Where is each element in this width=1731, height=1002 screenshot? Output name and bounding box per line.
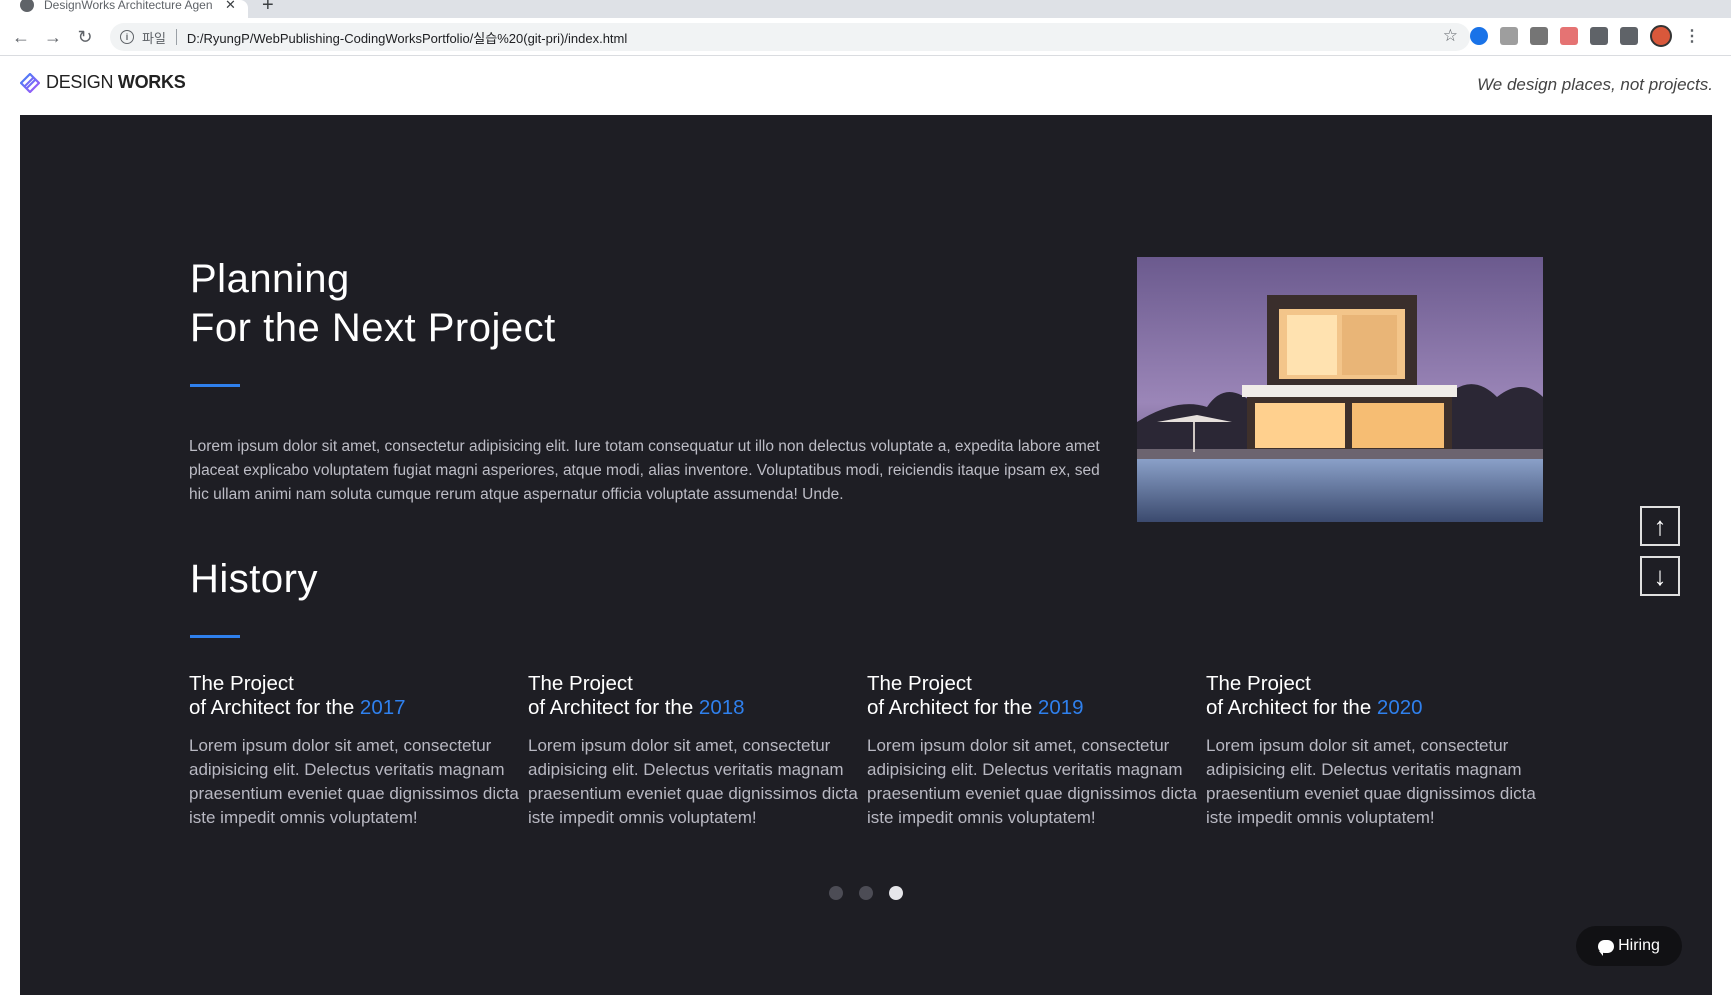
tab-title: DesignWorks Architecture Agen	[44, 0, 213, 12]
history-body: Lorem ipsum dolor sit amet, consectetur …	[528, 736, 858, 827]
favicon-icon	[20, 0, 34, 12]
logo-text: DESIGN WORKS	[46, 72, 186, 93]
planning-accent-bar	[190, 384, 240, 387]
back-icon[interactable]: ←	[8, 24, 34, 50]
planning-body: Lorem ipsum dolor sit amet, consectetur …	[189, 438, 1100, 503]
history-heading-line2: of Architect for the 2019	[867, 696, 1197, 720]
history-heading: The Project of Architect for the 2017	[189, 672, 519, 720]
scroll-down-button[interactable]: ↓	[1640, 556, 1680, 596]
tagline: We design places, not projects.	[1477, 75, 1713, 94]
extension-3-icon[interactable]	[1530, 27, 1548, 45]
history-heading-prefix: of Architect for the	[1206, 696, 1377, 719]
history-heading-line2: of Architect for the 2020	[1206, 696, 1536, 720]
forward-icon[interactable]: →	[40, 24, 66, 50]
reload-icon[interactable]: ↻	[72, 24, 98, 50]
history-heading-line2: of Architect for the 2018	[528, 696, 858, 720]
scheme-label: 파일	[142, 30, 166, 46]
profile-avatar[interactable]	[1650, 25, 1672, 47]
history-title: History	[190, 557, 318, 601]
history-heading: The Project of Architect for the 2019	[867, 672, 1197, 720]
carousel-dot-2[interactable]	[859, 886, 873, 900]
url-text[interactable]: D:/RyungP/WebPublishing-CodingWorksPortf…	[187, 28, 627, 47]
history-heading-line2: of Architect for the 2017	[189, 696, 519, 720]
history-heading-line1: The Project	[528, 672, 633, 695]
history-heading: The Project of Architect for the 2018	[528, 672, 858, 720]
page-right-gutter	[1712, 115, 1731, 1002]
carousel-dot-3[interactable]	[889, 886, 903, 900]
logo-icon	[20, 72, 40, 93]
logo-text-bold: WORKS	[117, 72, 186, 92]
carousel-dots	[829, 886, 903, 900]
reading-list-icon[interactable]	[1620, 27, 1638, 45]
carousel-dot-1[interactable]	[829, 886, 843, 900]
history-heading-prefix: of Architect for the	[189, 696, 360, 719]
history-year: 2018	[698, 696, 745, 719]
address-bar[interactable]: i 파일 D:/RyungP/WebPublishing-CodingWorks…	[110, 23, 1470, 51]
chat-bubble-icon	[1598, 939, 1615, 956]
history-heading: The Project of Architect for the 2020	[1206, 672, 1536, 720]
history-year: 2017	[359, 696, 406, 719]
extension-1-icon[interactable]	[1470, 27, 1488, 45]
history-body: Lorem ipsum dolor sit amet, consectetur …	[189, 736, 519, 827]
history-body: Lorem ipsum dolor sit amet, consectetur …	[1206, 736, 1536, 827]
extension-icons: ⋮	[1470, 25, 1700, 47]
history-body: Lorem ipsum dolor sit amet, consectetur …	[867, 736, 1197, 827]
bookmark-star-icon[interactable]: ☆	[1443, 26, 1458, 46]
omnibox-divider	[175, 29, 177, 45]
browser-tab[interactable]: DesignWorks Architecture Agen ✕	[0, 0, 248, 18]
planning-title: Planning For the Next Project	[190, 257, 556, 350]
history-year: 2019	[1037, 696, 1084, 719]
browser-toolbar: ← → ↻ i 파일 D:/RyungP/WebPublishing-Codin…	[0, 18, 1731, 56]
project-photo	[1137, 257, 1543, 522]
extension-2-icon[interactable]	[1500, 27, 1518, 45]
extension-4-icon[interactable]	[1560, 27, 1578, 45]
history-heading-line1: The Project	[189, 672, 294, 695]
browser-tab-bar: DesignWorks Architecture Agen ✕ +	[0, 0, 1731, 18]
new-tab-button[interactable]: +	[262, 0, 274, 17]
logo-text-light: DESIGN	[46, 72, 118, 92]
hiring-label: Hiring	[1618, 937, 1660, 954]
history-card: The Project of Architect for the 2017 Lo…	[189, 672, 519, 830]
site-header: DESIGN WORKS We design places, not proje…	[0, 57, 1731, 115]
tab-close-icon[interactable]: ✕	[225, 0, 236, 13]
menu-icon[interactable]: ⋮	[1684, 26, 1700, 46]
logo[interactable]: DESIGN WORKS	[20, 72, 186, 93]
arrow-down-icon: ↓	[1653, 560, 1667, 591]
history-year: 2020	[1376, 696, 1423, 719]
history-accent-bar	[190, 635, 240, 638]
arrow-up-icon: ↑	[1653, 510, 1667, 541]
scroll-up-button[interactable]: ↑	[1640, 506, 1680, 546]
history-card: The Project of Architect for the 2020 Lo…	[1206, 672, 1536, 830]
hero-section: Planning For the Next Project Lorem ipsu…	[20, 115, 1712, 995]
puzzle-icon[interactable]	[1590, 27, 1608, 45]
info-icon[interactable]: i	[120, 30, 134, 44]
history-card: The Project of Architect for the 2018 Lo…	[528, 672, 858, 830]
history-heading-prefix: of Architect for the	[867, 696, 1038, 719]
history-heading-line1: The Project	[867, 672, 972, 695]
history-heading-prefix: of Architect for the	[528, 696, 699, 719]
history-card: The Project of Architect for the 2019 Lo…	[867, 672, 1197, 830]
history-heading-line1: The Project	[1206, 672, 1311, 695]
hiring-button[interactable]: Hiring	[1576, 926, 1682, 966]
